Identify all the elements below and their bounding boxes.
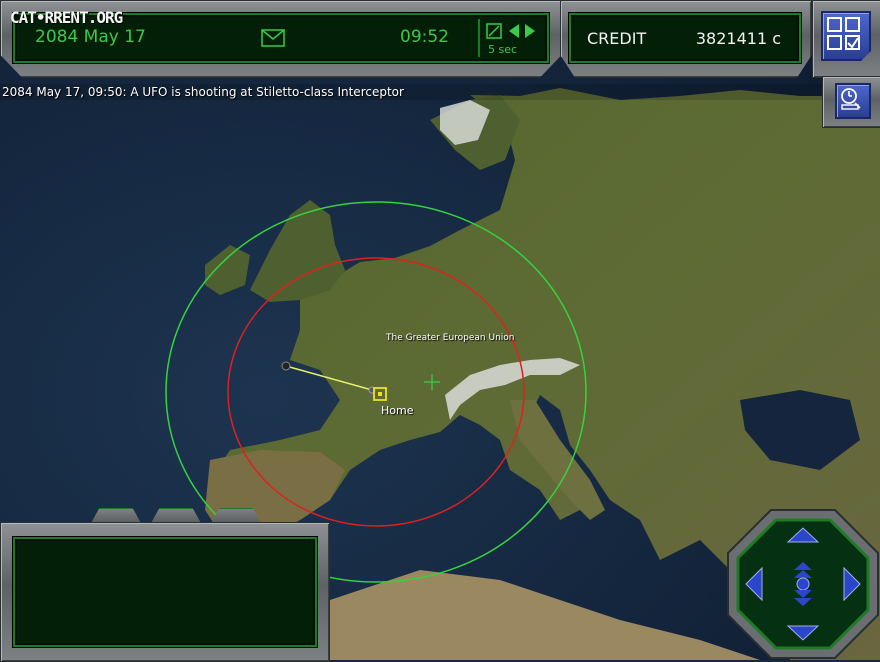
info-screen [13, 537, 317, 647]
speed-down-icon[interactable] [508, 23, 520, 39]
ufopaedia-panel [822, 76, 880, 128]
main-menu-button[interactable] [821, 11, 871, 61]
grid-checkbox-icon [827, 17, 860, 50]
time-speed-value: 5 sec [488, 43, 518, 56]
speed-up-icon[interactable] [524, 23, 536, 39]
pause-toggle-icon[interactable] [486, 23, 502, 39]
game-date: 2084 May 17 [35, 27, 146, 47]
ufopaedia-button[interactable] [835, 83, 871, 119]
map-navigation-pad [727, 509, 879, 659]
clock-book-icon [841, 88, 861, 110]
info-panel [0, 522, 330, 662]
credit-panel: CREDIT 3821411 c [560, 0, 812, 78]
envelope-icon[interactable] [261, 29, 285, 47]
credit-label: CREDIT [587, 29, 647, 48]
credit-screen: CREDIT 3821411 c [569, 13, 801, 63]
status-message: 2084 May 17, 09:50: A UFO is shooting at… [0, 84, 822, 100]
watermark-logo: CAT•RRENT.ORG [10, 8, 123, 27]
menu-panel [812, 0, 880, 78]
time-speed-control: 5 sec [478, 19, 542, 57]
base-label: Home [381, 404, 414, 417]
credit-value: 3821411 c [695, 29, 781, 48]
game-time: 09:52 [400, 27, 449, 47]
ufo-marker[interactable] [281, 361, 291, 371]
center-icon[interactable] [796, 577, 810, 591]
region-label: The Greater European Union [386, 333, 515, 343]
